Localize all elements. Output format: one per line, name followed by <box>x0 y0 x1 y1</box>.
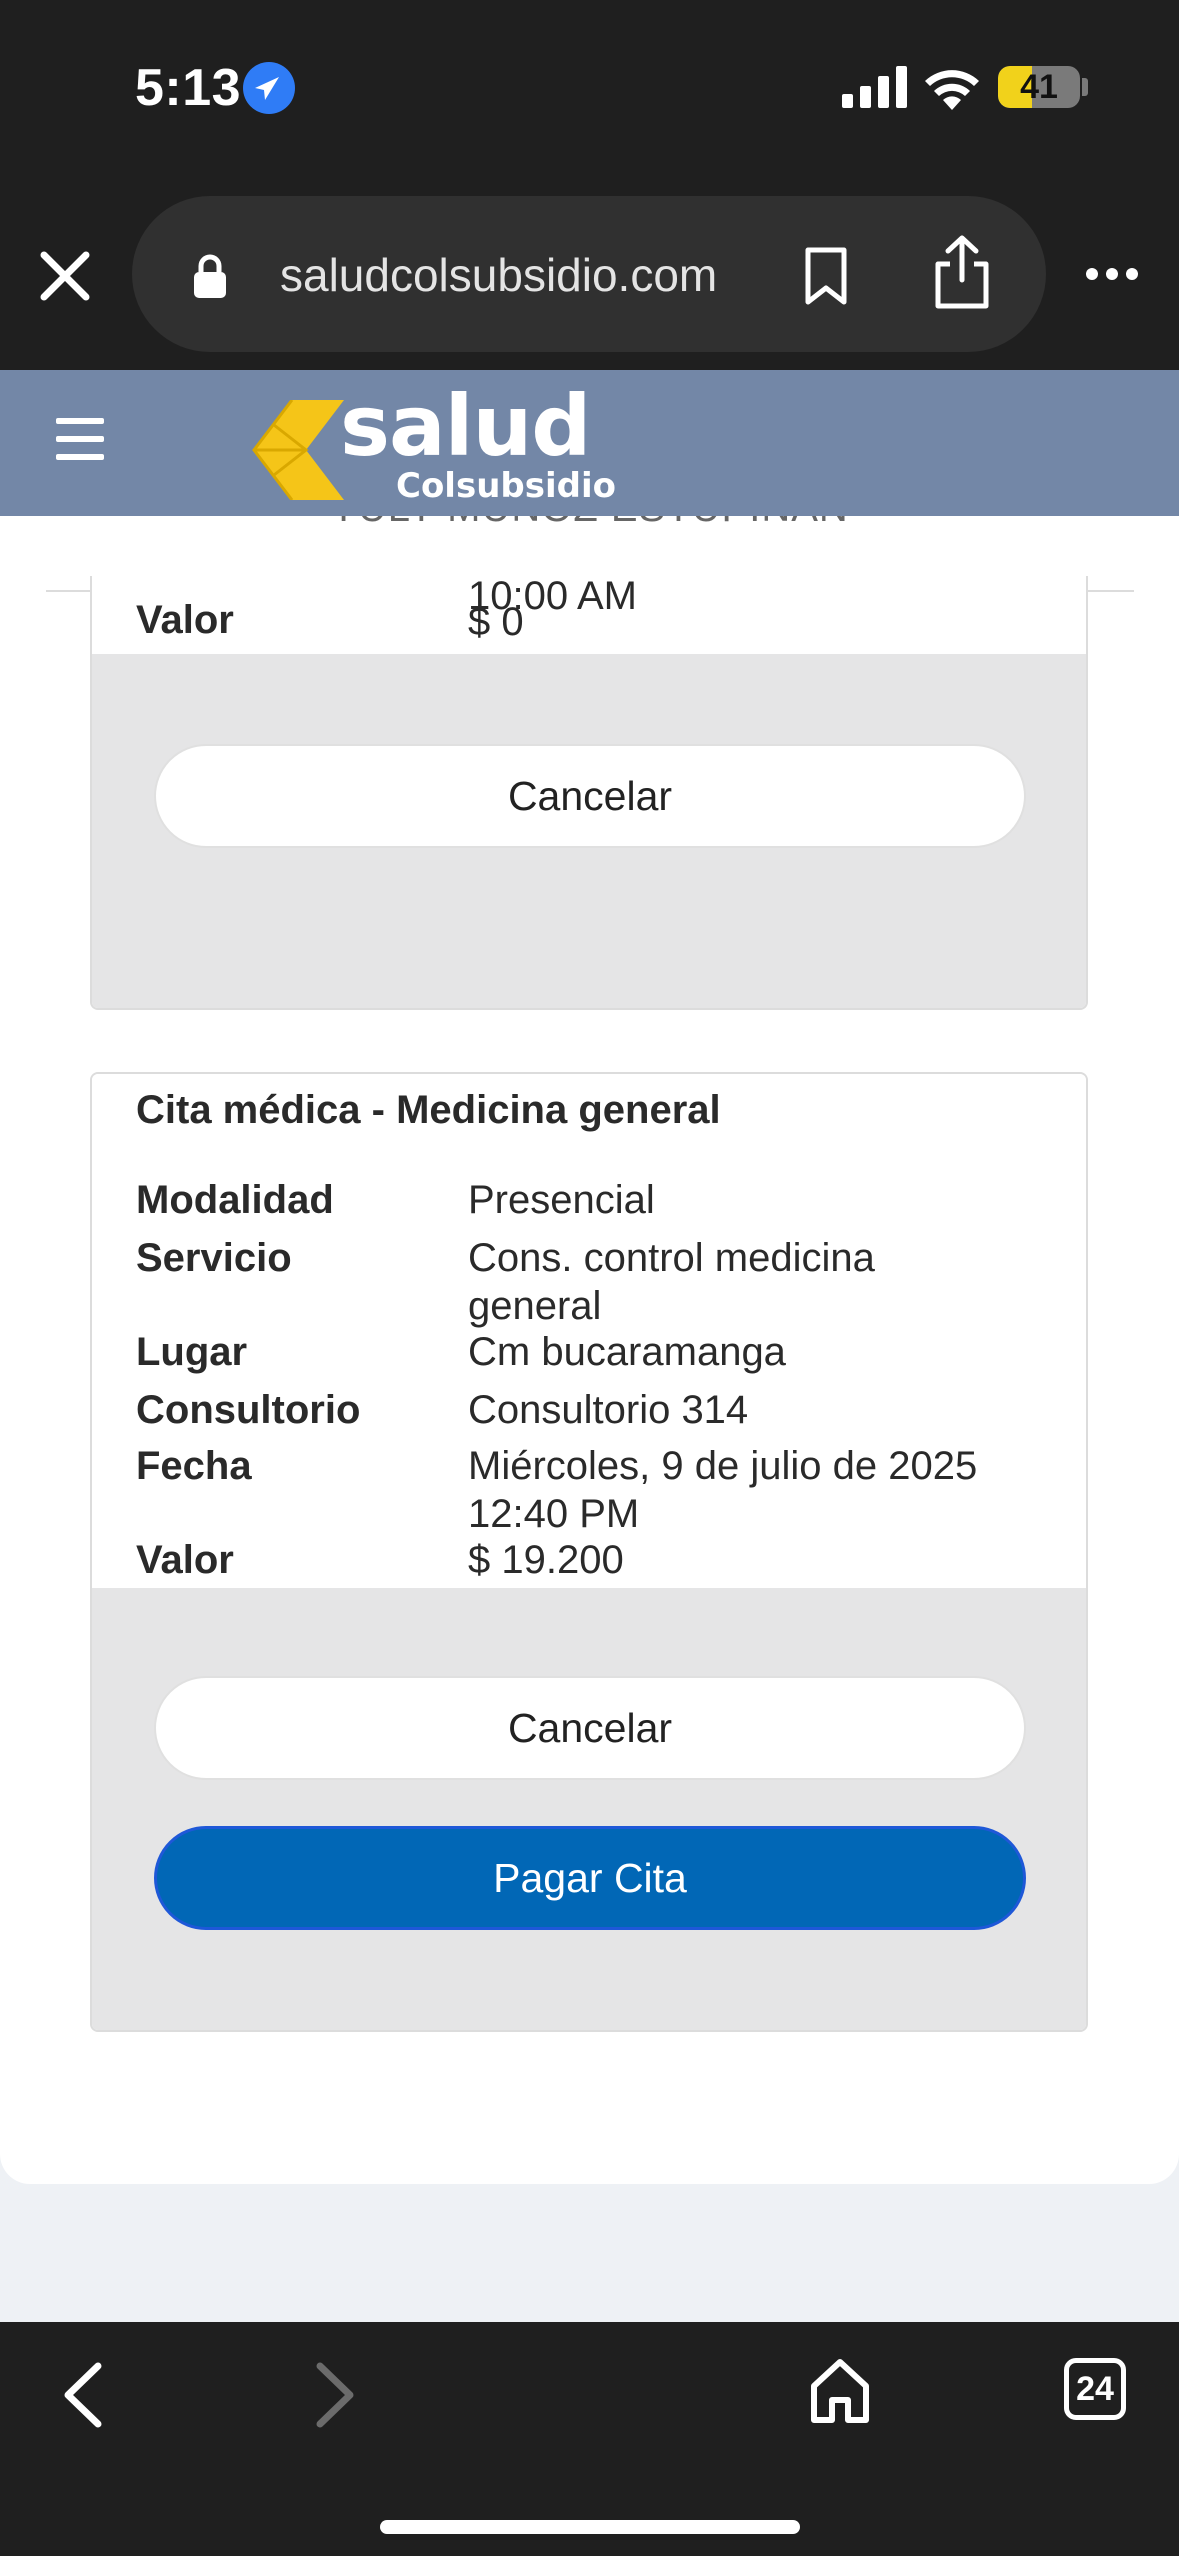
status-time: 5:13 <box>135 59 242 117</box>
battery-nub <box>1082 78 1088 96</box>
appointment-info: 10:00 AM Valor $ 0 <box>92 576 1086 654</box>
location-arrow-icon <box>243 62 295 114</box>
wifi-icon <box>925 70 979 110</box>
logo-text: salud <box>340 377 591 475</box>
value-label: Valor <box>136 598 234 642</box>
value-label: Valor <box>136 1538 234 1582</box>
lock-icon <box>194 254 226 298</box>
modalidad-value: Presencial <box>468 1178 655 1222</box>
url-bar[interactable]: saludcolsubsidio.com <box>132 196 1046 352</box>
cancel-button[interactable]: Cancelar <box>154 1676 1026 1780</box>
battery-indicator: 41 <box>998 66 1080 108</box>
tabs-count-button[interactable]: 24 <box>1064 2358 1126 2420</box>
appointment-actions: Cancelar Pagar Cita <box>92 1588 1086 2030</box>
appointment-title: Cita médica - Medicina general <box>136 1088 721 1132</box>
pay-appointment-button[interactable]: Pagar Cita <box>154 1826 1026 1930</box>
site-header: salud Colsubsidio <box>0 370 1179 516</box>
forward-arrow-icon[interactable] <box>314 2360 358 2430</box>
cancel-button[interactable]: Cancelar <box>154 744 1026 848</box>
lugar-label: Lugar <box>136 1330 248 1374</box>
browser-toolbar: saludcolsubsidio.com <box>0 180 1179 370</box>
hora-value: 12:40 PM <box>468 1492 640 1536</box>
bookmark-icon[interactable] <box>804 246 848 306</box>
value-amount: $ 19.200 <box>468 1538 624 1582</box>
main-content: YULY MUÑOZ ESTUPIÑAN 10:00 AM Valor $ 0 … <box>0 516 1179 2184</box>
servicio-value: Cons. control medicina general <box>468 1236 875 1328</box>
appointment-card: 10:00 AM Valor $ 0 Cancelar <box>90 576 1088 1010</box>
servicio-label: Servicio <box>136 1236 292 1280</box>
value-amount: $ 0 <box>468 600 524 644</box>
hamburger-menu-icon[interactable] <box>56 418 104 460</box>
logo-subtext: Colsubsidio <box>396 466 616 506</box>
home-indicator <box>380 2520 800 2534</box>
consultorio-value: Consultorio 314 <box>468 1388 749 1432</box>
status-bar: 5:13 41 <box>0 0 1179 180</box>
battery-percent: 41 <box>1020 68 1058 106</box>
consultorio-label: Consultorio <box>136 1388 361 1432</box>
home-icon[interactable] <box>808 2356 872 2426</box>
close-icon[interactable] <box>36 247 94 305</box>
appointment-card: Cita médica - Medicina general Modalidad… <box>90 1072 1088 2032</box>
lugar-value: Cm bucaramanga <box>468 1330 786 1374</box>
share-icon[interactable] <box>932 234 992 310</box>
browser-bottom-toolbar: 24 <box>0 2322 1179 2556</box>
appointment-actions: Cancelar <box>92 654 1086 1008</box>
fecha-value: Miércoles, 9 de julio de 2025 <box>468 1444 978 1488</box>
cellular-signal-icon <box>842 66 907 108</box>
modalidad-label: Modalidad <box>136 1178 334 1222</box>
back-arrow-icon[interactable] <box>60 2360 104 2430</box>
appointment-info: Cita médica - Medicina general Modalidad… <box>92 1074 1086 1588</box>
more-icon[interactable] <box>1084 264 1140 284</box>
logo-mark-icon <box>252 400 344 500</box>
url-text[interactable]: saludcolsubsidio.com <box>280 248 717 302</box>
user-tab[interactable]: YULY MUÑOZ ESTUPIÑAN <box>0 516 1179 531</box>
fecha-label: Fecha <box>136 1444 252 1488</box>
